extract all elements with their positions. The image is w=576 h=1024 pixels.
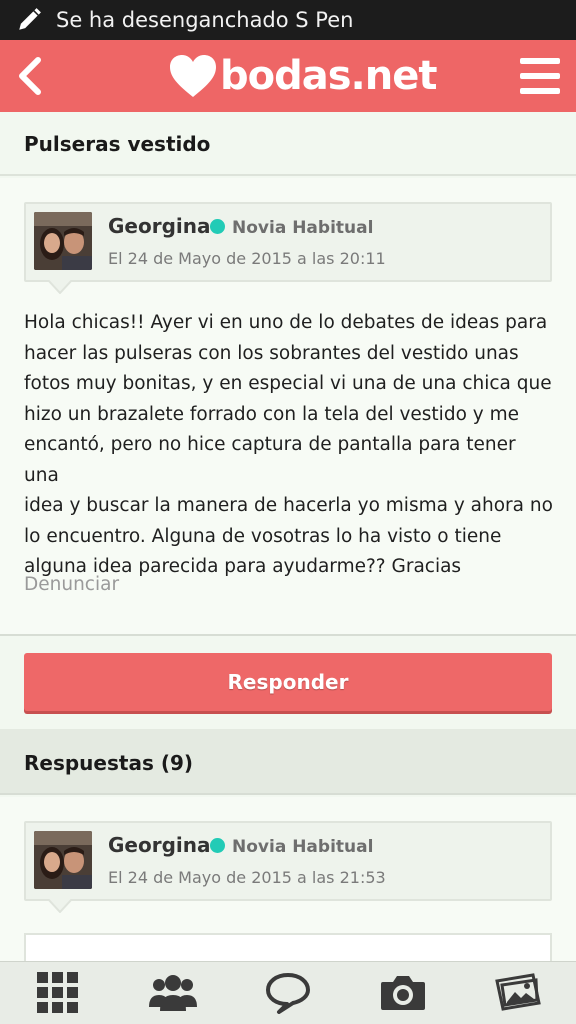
online-status-icon [210, 838, 225, 853]
answer-author-name[interactable]: Georgina [108, 833, 211, 857]
hamburger-menu-icon[interactable] [520, 56, 560, 96]
avatar[interactable] [34, 831, 92, 889]
back-button[interactable] [10, 46, 50, 106]
photos-icon [495, 973, 542, 1011]
card-pointer [48, 899, 72, 913]
answer-author-card[interactable]: Georgina Novia Habitual El 24 de Mayo de… [24, 821, 552, 913]
answer-date: El 24 de Mayo de 2015 a las 21:53 [108, 868, 386, 887]
topic-title: Pulseras vestido [24, 132, 211, 156]
author-name[interactable]: Georgina [108, 214, 211, 238]
post-line: hacer las pulseras con los sobrantes del… [24, 342, 519, 364]
tab-chat[interactable] [258, 965, 318, 1021]
post-line: fotos muy bonitas, y en especial vi una … [24, 373, 552, 394]
brand-name: bodas.net [220, 53, 437, 99]
avatar[interactable] [34, 212, 92, 270]
post-line: idea y buscar la manera de hacerla yo mi… [24, 495, 553, 516]
bottom-navigation [0, 961, 576, 1024]
chat-bubble-icon [265, 973, 310, 1014]
tab-grid[interactable] [28, 965, 88, 1021]
status-notification-text: Se ha desenganchado S Pen [56, 8, 354, 32]
tab-community[interactable] [143, 965, 203, 1021]
author-card[interactable]: Georgina Novia Habitual El 24 de Mayo de… [24, 202, 552, 294]
online-status-icon [210, 219, 225, 234]
answers-header: Respuestas (9) [0, 729, 576, 795]
camera-icon [381, 976, 426, 1010]
report-link[interactable]: Denunciar [24, 574, 119, 595]
post-line: encantó, pero no hice captura de pantall… [24, 434, 516, 486]
chevron-left-icon [19, 57, 41, 95]
post-body: Hola chicas!! Ayer vi en uno de lo debat… [24, 308, 554, 583]
answer-author-rank: Novia Habitual [232, 837, 374, 857]
reply-button-label: Responder [227, 670, 349, 694]
community-icon [148, 975, 197, 1011]
brand-logo[interactable]: bodas.net [168, 46, 437, 106]
post-line: Hola chicas!! Ayer vi en uno de lo debat… [24, 312, 548, 333]
pen-icon [19, 8, 41, 30]
post-line: hizo un brazalete forrado con la tela de… [24, 403, 520, 425]
status-bar: Se ha desenganchado S Pen [0, 0, 576, 40]
grid-icon [36, 972, 78, 1013]
post-date: El 24 de Mayo de 2015 a las 20:11 [108, 249, 386, 268]
original-post: Georgina Novia Habitual El 24 de Mayo de… [0, 178, 576, 636]
tab-photos[interactable] [488, 965, 548, 1021]
heart-icon [170, 55, 216, 97]
topic-header: Pulseras vestido [0, 112, 576, 176]
app-bar: bodas.net [0, 40, 576, 112]
tab-camera[interactable] [373, 965, 433, 1021]
post-line: lo encuentro. Alguna de vosotras lo ha v… [24, 525, 502, 547]
card-pointer [48, 280, 72, 294]
answers-title: Respuestas (9) [24, 751, 194, 775]
reply-button[interactable]: Responder [24, 653, 552, 711]
answer-item: Georgina Novia Habitual El 24 de Mayo de… [0, 797, 576, 973]
author-rank: Novia Habitual [232, 218, 374, 238]
